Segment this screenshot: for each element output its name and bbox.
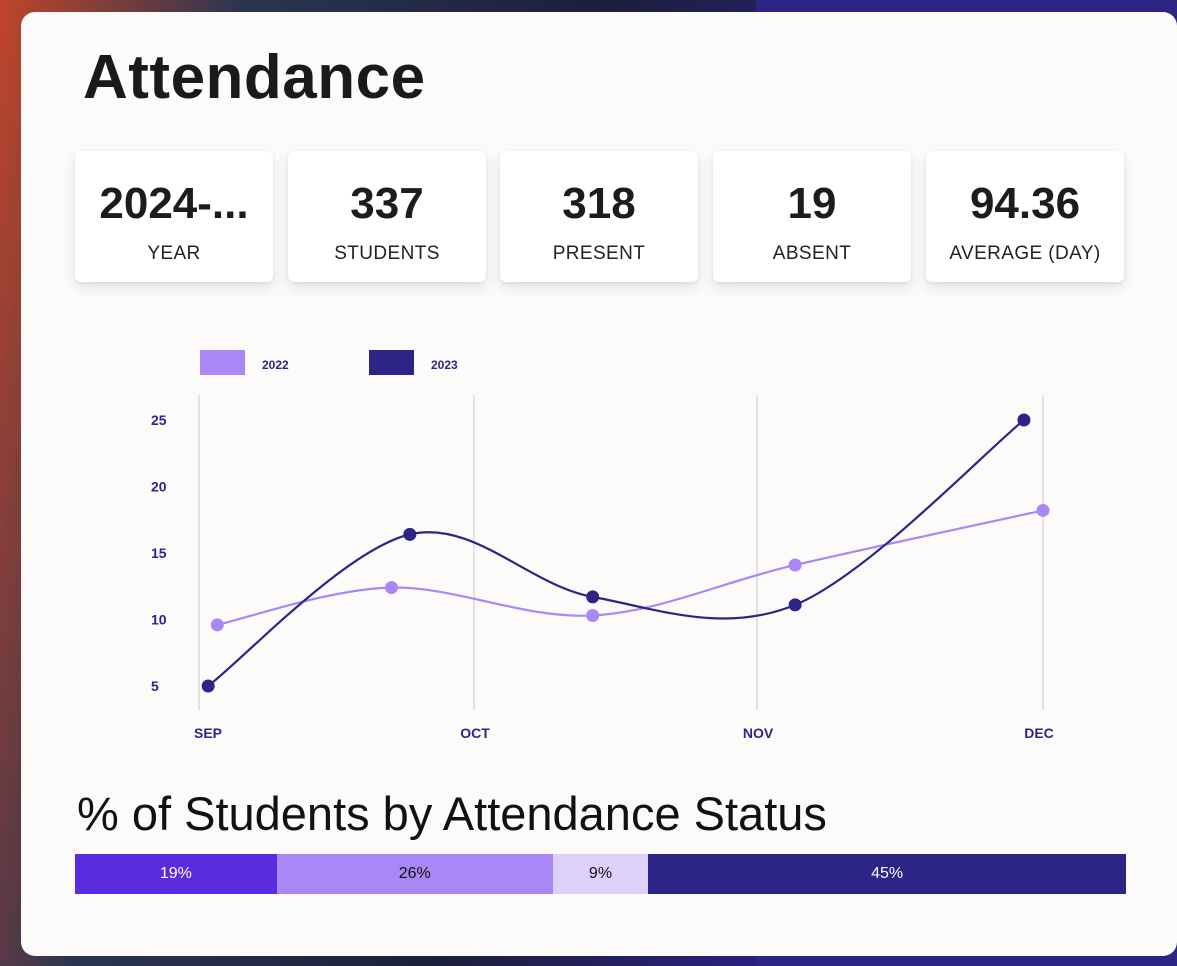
- data-point-2022[interactable]: [586, 609, 600, 623]
- data-point-2022[interactable]: [788, 558, 802, 572]
- attendance-status-bar: 19% 26% 9% 45%: [75, 854, 1126, 894]
- x-tick-label: OCT: [460, 725, 490, 741]
- data-point-2022[interactable]: [1036, 503, 1050, 517]
- status-segment-label: 26%: [398, 865, 431, 882]
- data-point-2023[interactable]: [788, 598, 802, 612]
- legend-label-2023: 2023: [431, 358, 458, 372]
- attendance-line-chart: 5 10 15 20 25 SEP OCT NOV DEC 2022 2023: [151, 350, 1054, 741]
- attendance-card: Attendance 2024-... YEAR 337 STUDENTS 31…: [21, 12, 1177, 956]
- series-line-2022: [217, 509, 1044, 626]
- status-section-title: % of Students by Attendance Status: [77, 787, 827, 840]
- data-point-2022[interactable]: [385, 581, 398, 595]
- data-point-2022[interactable]: [210, 618, 224, 632]
- status-segment-label: 45%: [871, 865, 904, 882]
- y-tick-label: 10: [151, 612, 167, 628]
- legend-swatch-2023[interactable]: [369, 350, 414, 375]
- x-tick-label: SEP: [194, 725, 222, 741]
- status-segment[interactable]: 19%: [75, 854, 277, 894]
- y-tick-label: 15: [151, 545, 167, 561]
- data-point-2023[interactable]: [201, 679, 215, 693]
- status-segment[interactable]: 26%: [276, 854, 553, 894]
- x-tick-label: DEC: [1024, 725, 1054, 741]
- y-tick-label: 25: [151, 412, 167, 428]
- data-point-2023[interactable]: [1017, 413, 1031, 427]
- series-line-2023: [207, 419, 1025, 687]
- legend-swatch-2022[interactable]: [200, 350, 245, 375]
- status-segment-label: 19%: [159, 865, 192, 882]
- data-point-2023[interactable]: [586, 590, 600, 604]
- data-point-2023[interactable]: [403, 527, 417, 541]
- status-segment[interactable]: 45%: [648, 854, 1126, 894]
- x-tick-label: NOV: [743, 725, 774, 741]
- y-tick-label: 20: [151, 479, 167, 495]
- y-tick-label: 5: [151, 678, 159, 694]
- status-segment[interactable]: 9%: [552, 854, 649, 894]
- status-segment-label: 9%: [588, 865, 613, 882]
- legend-label-2022: 2022: [262, 358, 289, 372]
